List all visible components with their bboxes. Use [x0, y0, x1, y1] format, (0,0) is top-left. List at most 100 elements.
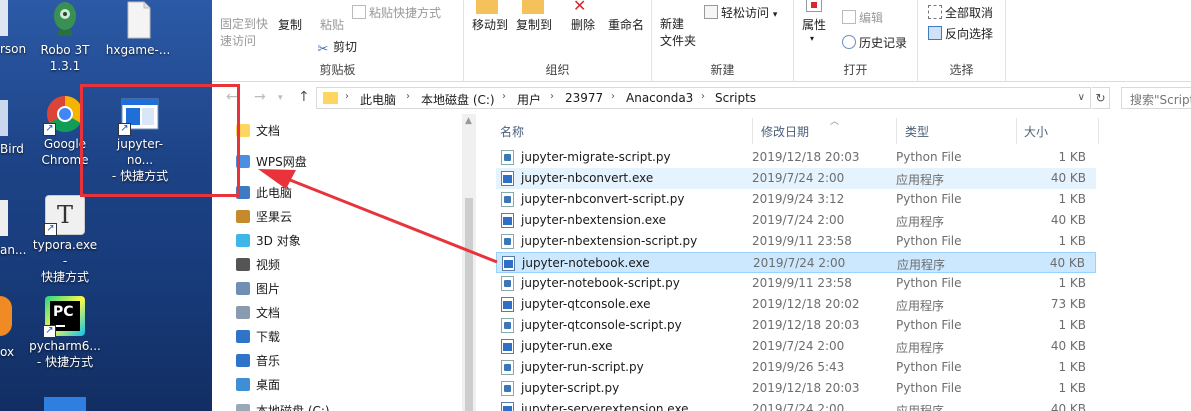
file-type: Python File: [896, 318, 962, 332]
easy-access-label: 轻松访问: [721, 6, 770, 20]
nav-item[interactable]: 图片: [236, 280, 280, 297]
file-row[interactable]: jupyter-nbconvert.exe 2019/7/24 2:00 应用程序 4…: [496, 168, 1096, 189]
breadcrumb-item[interactable]: Scripts: [715, 91, 756, 105]
file-row[interactable]: jupyter-migrate-script.py 2019/12/18 20:0…: [496, 147, 1096, 168]
address-bar-row: ← → ▾ ↑ › 此电脑 › 本地磁盘 (C:) › 用户 › 23977 ›…: [212, 85, 1191, 111]
nav-item[interactable]: WPS网盘: [236, 153, 307, 170]
breadcrumb-separator: ›: [502, 91, 506, 102]
edit-button[interactable]: 编辑: [842, 9, 883, 26]
rename-button[interactable]: 重命名: [608, 16, 644, 33]
pycharm-icon: PC ↗: [43, 296, 85, 338]
breadcrumb-item[interactable]: 用户: [517, 91, 541, 108]
partial-icon: [44, 397, 86, 411]
file-row[interactable]: jupyter-nbextension.exe 2019/7/24 2:00 应用程…: [496, 210, 1096, 231]
nav-item-label: WPS网盘: [256, 155, 307, 169]
delete-button[interactable]: 删除: [571, 16, 595, 33]
file-row[interactable]: jupyter-script.py 2019/12/18 20:03 Python …: [496, 378, 1096, 399]
copy-button[interactable]: 复制: [278, 16, 302, 33]
file-row[interactable]: jupyter-nbconvert-script.py 2019/9/24 3:1…: [496, 189, 1096, 210]
address-input[interactable]: › 此电脑 › 本地磁盘 (C:) › 用户 › 23977 › Anacond…: [316, 87, 1091, 109]
forward-button[interactable]: →: [254, 89, 266, 105]
invert-selection-button[interactable]: 反向选择: [928, 25, 993, 42]
scrollbar-thumb[interactable]: [465, 198, 473, 411]
file-name: jupyter-serverextension.exe: [521, 402, 689, 411]
select-none-icon: [928, 5, 942, 19]
chevron-down-icon[interactable]: ∨: [1078, 92, 1085, 103]
nav-item[interactable]: 文档: [236, 122, 280, 139]
file-type: Python File: [896, 234, 962, 248]
search-input[interactable]: 搜索"Scripts": [1121, 87, 1191, 109]
file-type: 应用程序: [896, 299, 945, 313]
desktop-icon-label: pycharm6... - 快捷方式: [29, 339, 101, 369]
application-icon: [501, 171, 514, 186]
file-type: 应用程序: [896, 404, 945, 411]
column-divider[interactable]: [1098, 118, 1099, 144]
column-header-size[interactable]: 大小: [1024, 123, 1048, 140]
move-to-button[interactable]: 移动到: [472, 16, 508, 33]
file-row[interactable]: jupyter-notebook.exe 2019/7/24 2:00 应用程序 40…: [496, 252, 1096, 273]
nav-item[interactable]: 坚果云: [236, 208, 292, 225]
column-divider[interactable]: [752, 118, 753, 144]
pin-quick-access-button[interactable]: 固定到快 速访问: [220, 16, 268, 50]
desktop-icon-robo3t[interactable]: Robo 3T 1.3.1: [29, 0, 101, 74]
recent-locations-icon[interactable]: ▾: [278, 93, 283, 103]
column-divider[interactable]: [896, 118, 897, 144]
nav-item[interactable]: 桌面: [236, 376, 280, 393]
column-header-date[interactable]: 修改日期: [761, 123, 809, 140]
select-none-label: 全部取消: [945, 6, 994, 20]
column-header-type[interactable]: 类型: [905, 123, 929, 140]
up-button[interactable]: ↑: [298, 89, 310, 105]
shortcut-arrow-icon: ↗: [44, 223, 57, 236]
desktop-icon-hxgame[interactable]: hxgame-...: [102, 0, 174, 58]
select-none-button[interactable]: 全部取消: [928, 4, 993, 21]
file-row[interactable]: jupyter-serverextension.exe 2019/7/24 2:0…: [496, 399, 1096, 411]
file-name: jupyter-nbextension-script.py: [521, 234, 698, 248]
column-header-name[interactable]: 名称: [500, 123, 524, 140]
delete-icon: ✕: [573, 0, 587, 15]
file-row[interactable]: jupyter-run.exe 2019/7/24 2:00 应用程序 40 KB: [496, 336, 1096, 357]
copy-to-button[interactable]: 复制到: [516, 16, 552, 33]
breadcrumb-item[interactable]: Anaconda3: [626, 91, 693, 105]
history-button[interactable]: 历史记录: [842, 34, 907, 51]
partial-icon: [0, 200, 8, 236]
file-size: 1 KB: [1058, 234, 1086, 248]
file-row[interactable]: jupyter-run-script.py 2019/9/26 5:43 Pytho…: [496, 357, 1096, 378]
file-size: 1 KB: [1058, 360, 1086, 374]
breadcrumb-item[interactable]: 23977: [565, 91, 603, 105]
nav-item[interactable]: 3D 对象: [236, 232, 301, 249]
cut-button[interactable]: ✂ 剪切: [316, 38, 357, 57]
python-file-icon: [501, 150, 514, 165]
file-row[interactable]: jupyter-notebook-script.py 2019/9/11 23:5…: [496, 273, 1096, 294]
nav-item[interactable]: 音乐: [236, 352, 280, 369]
refresh-button[interactable]: ↻: [1092, 87, 1110, 109]
scroll-up-icon[interactable]: ▲: [465, 116, 472, 126]
properties-button[interactable]: 属性: [802, 16, 826, 33]
file-type: 应用程序: [896, 173, 945, 187]
file-date: 2019/9/26 5:43: [752, 360, 845, 374]
column-divider[interactable]: [1016, 118, 1017, 144]
desktop-icon-typora[interactable]: T ↗ typora.exe - 快捷方式: [29, 195, 101, 285]
nav-item[interactable]: 下载: [236, 328, 280, 345]
nav-item[interactable]: 视频: [236, 256, 280, 273]
file-row[interactable]: jupyter-qtconsole.exe 2019/12/18 20:02 应用程…: [496, 294, 1096, 315]
breadcrumb-item[interactable]: 此电脑: [360, 91, 396, 108]
easy-access-button[interactable]: 轻松访问 ▾: [704, 4, 777, 21]
nav-item-label: 图片: [256, 282, 281, 296]
desktop-icon-pycharm[interactable]: PC ↗ pycharm6... - 快捷方式: [29, 296, 101, 370]
paste-button[interactable]: 粘贴: [320, 16, 344, 33]
nav-scrollbar[interactable]: ▲: [462, 114, 476, 411]
file-size: 40 KB: [1050, 339, 1086, 353]
file-date: 2019/7/24 2:00: [752, 402, 845, 411]
breadcrumb-item[interactable]: 本地磁盘 (C:): [421, 91, 495, 108]
nav-item[interactable]: 本地磁盘 (C:): [236, 402, 330, 411]
paste-shortcut-button[interactable]: 粘贴快捷方式: [352, 4, 441, 21]
nav-item[interactable]: 此电脑: [236, 184, 292, 201]
edit-icon: [842, 10, 856, 24]
application-icon: [501, 213, 514, 228]
file-row[interactable]: jupyter-nbextension-script.py 2019/9/11 2…: [496, 231, 1096, 252]
python-file-icon: [501, 276, 514, 291]
file-row[interactable]: jupyter-qtconsole-script.py 2019/12/18 20…: [496, 315, 1096, 336]
breadcrumb-separator: ›: [345, 91, 349, 102]
nav-item[interactable]: 文档: [236, 304, 280, 321]
new-folder-button[interactable]: 新建 文件夹: [660, 16, 696, 50]
